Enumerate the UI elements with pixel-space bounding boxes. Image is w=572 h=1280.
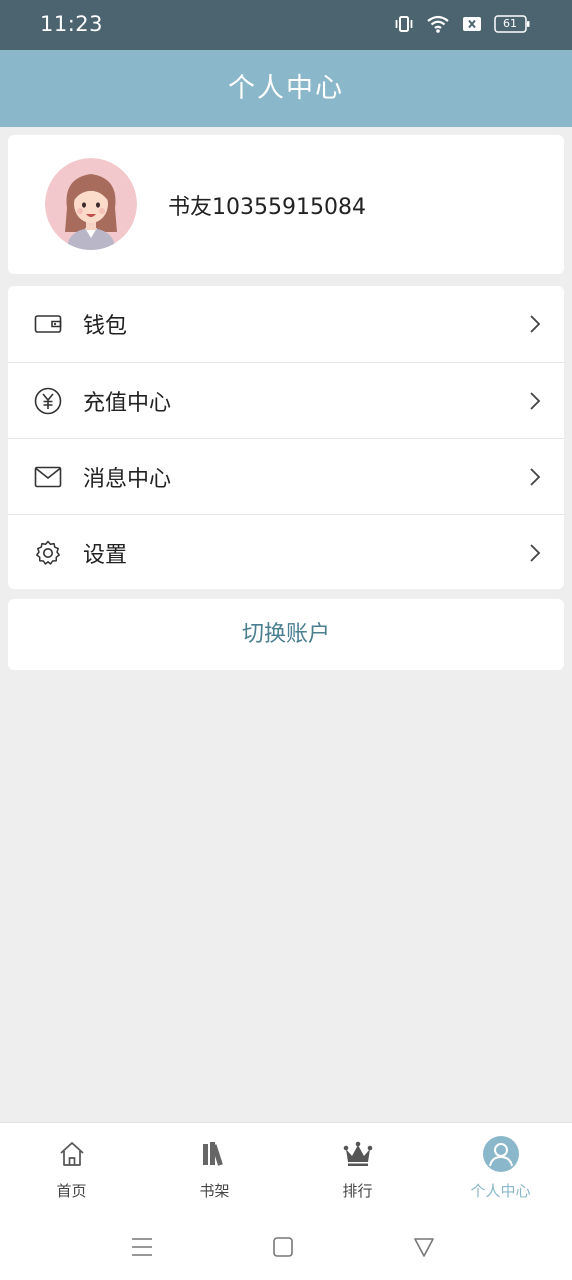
yuan-coin-icon	[34, 387, 62, 415]
tab-label: 排行	[342, 1182, 373, 1200]
home-icon	[55, 1137, 89, 1171]
profile-card[interactable]: 书友10355915084	[8, 135, 564, 274]
gear-icon	[34, 539, 62, 567]
tab-label: 首页	[56, 1182, 87, 1200]
menu-item-label: 钱包	[83, 314, 128, 339]
bottom-tab-bar: 首页 书架 排行 个人中心	[0, 1122, 572, 1214]
back-icon[interactable]	[409, 1232, 439, 1262]
tab-ranking[interactable]: 排行	[286, 1123, 429, 1215]
bookshelf-icon	[198, 1137, 232, 1171]
tab-bookshelf[interactable]: 书架	[143, 1123, 286, 1215]
home-button-icon[interactable]	[268, 1232, 298, 1262]
tab-label: 书架	[199, 1182, 230, 1200]
switch-account-label: 切换账户	[241, 622, 330, 647]
menu-item-label: 充值中心	[83, 391, 172, 416]
menu-item-messages[interactable]: 消息中心	[8, 438, 564, 514]
battery-level: 61	[503, 17, 517, 30]
mail-icon	[34, 463, 62, 491]
sim-error-icon	[462, 15, 482, 33]
crown-icon	[341, 1137, 375, 1171]
person-icon	[482, 1136, 519, 1172]
avatar[interactable]	[45, 158, 137, 250]
menu-item-label: 设置	[83, 543, 128, 568]
chevron-right-icon	[528, 467, 542, 487]
menu-list: 钱包 充值中心 消息中心 设置	[8, 286, 564, 589]
chevron-right-icon	[528, 543, 542, 563]
header: 个人中心	[0, 50, 572, 127]
wifi-icon	[426, 14, 450, 34]
chevron-right-icon	[528, 391, 542, 411]
status-time: 11:23	[40, 12, 104, 36]
menu-item-wallet[interactable]: 钱包	[8, 286, 564, 362]
battery-icon: 61	[494, 15, 530, 33]
switch-account-button[interactable]: 切换账户	[8, 599, 564, 670]
menu-item-label: 消息中心	[83, 467, 172, 492]
status-icons: 61	[394, 14, 530, 34]
tab-home[interactable]: 首页	[0, 1123, 143, 1215]
menu-item-settings[interactable]: 设置	[8, 514, 564, 590]
tab-label: 个人中心	[470, 1182, 531, 1200]
status-bar: 11:23 61	[0, 0, 572, 50]
system-nav-bar	[0, 1214, 572, 1280]
chevron-right-icon	[528, 314, 542, 334]
wallet-icon	[34, 310, 62, 338]
username: 书友10355915084	[168, 195, 366, 220]
menu-icon[interactable]	[127, 1232, 157, 1262]
vibrate-icon	[394, 14, 414, 34]
menu-item-recharge[interactable]: 充值中心	[8, 362, 564, 438]
tab-profile[interactable]: 个人中心	[429, 1123, 572, 1215]
page-title: 个人中心	[228, 73, 344, 104]
